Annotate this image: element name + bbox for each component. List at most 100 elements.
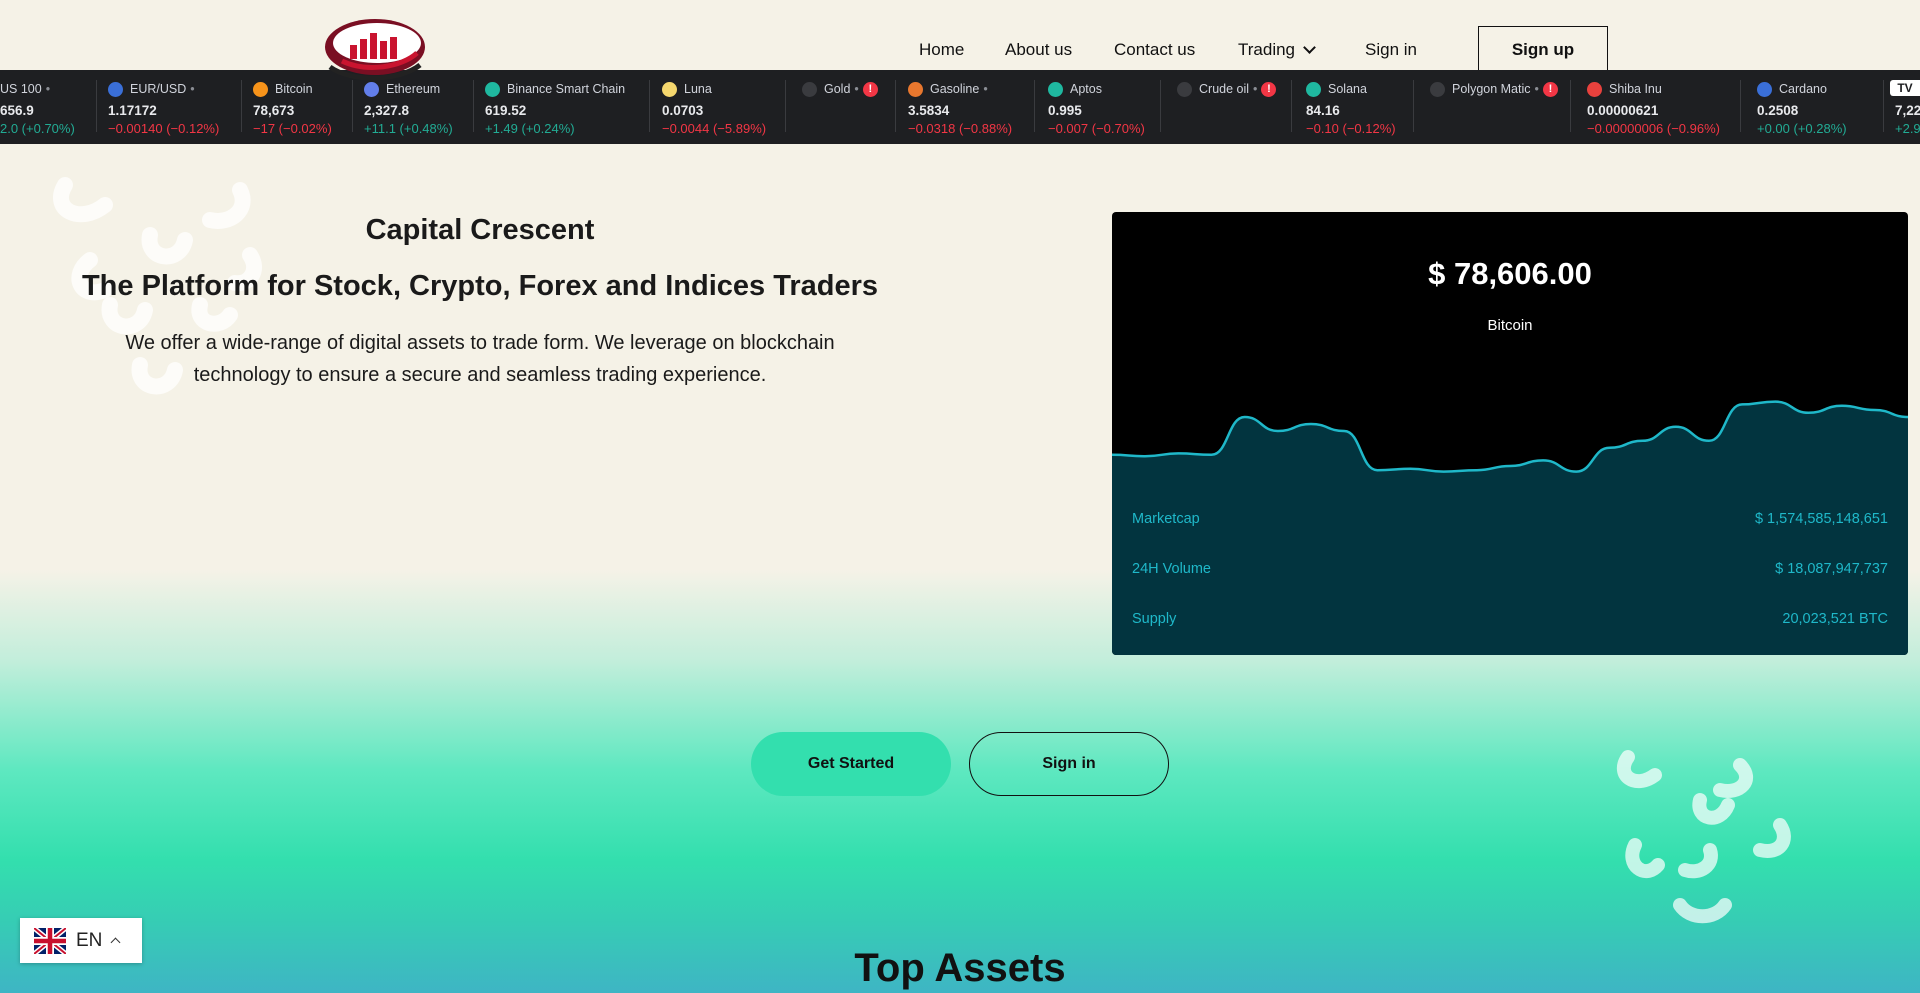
ticker-separator — [1740, 80, 1741, 132]
ticker-item-name: Solana — [1306, 81, 1396, 97]
warning-icon[interactable]: ! — [1261, 81, 1277, 97]
asset-icon — [662, 81, 677, 97]
volume-row: 24H Volume $ 18,087,947,737 — [1132, 561, 1888, 577]
market-status-dot-icon: • — [45, 82, 51, 96]
ticker-item[interactable]: Gasoline • 3.5834 −0.0318 (−0.88%) — [908, 70, 1012, 144]
nav-about-us[interactable]: About us — [1005, 40, 1072, 60]
ticker-item-name: Luna — [662, 81, 766, 97]
market-status-dot-icon: • — [983, 82, 988, 96]
ticker-item[interactable]: Polygon Matic •! — [1430, 70, 1558, 144]
asset-icon — [1048, 81, 1063, 97]
asset-icon — [1757, 81, 1772, 97]
supply-label: Supply — [1132, 611, 1177, 627]
ticker-separator — [473, 80, 474, 132]
nav-home[interactable]: Home — [919, 40, 964, 60]
ticker-item[interactable]: EUR/USD • 1.17172 −0.00140 (−0.12%) — [108, 70, 219, 144]
marketcap-row: Marketcap $ 1,574,585,148,651 — [1132, 511, 1888, 527]
market-status-dot-icon: • — [190, 82, 195, 96]
ticker-separator — [241, 80, 242, 132]
ticker-item-price — [802, 103, 878, 119]
ticker-item-price: 656.9 — [0, 103, 34, 118]
ticker-item-label: Binance Smart Chain — [507, 82, 626, 96]
ticker-item-price: 0.995 — [1048, 103, 1082, 118]
hero-title: Capital Crescent — [365, 214, 595, 246]
ticker-item[interactable]: Shiba Inu 0.00000621 −0.00000006 (−0.96%) — [1587, 70, 1720, 144]
uk-flag-icon — [34, 927, 66, 954]
ticker-item-change: +1.49 (+0.24%) — [485, 121, 575, 136]
decorative-swirls-right — [1616, 750, 1791, 924]
bitcoin-price-card: $ 78,606.00 Bitcoin Marketcap $ 1,574,58… — [1112, 212, 1908, 655]
ticker-item[interactable]: Solana 84.16 −0.10 (−0.12%) — [1306, 70, 1396, 144]
ticker-item-change: −17 (−0.02%) — [253, 121, 332, 136]
ticker-item-change: +2.9 — [1895, 121, 1920, 136]
ticker-item-price — [1430, 103, 1558, 119]
ticker-separator — [1034, 80, 1035, 132]
ticker-item-name: Gold •! — [802, 81, 878, 97]
capital-crescent-logo[interactable] — [322, 17, 428, 85]
ticker-item[interactable]: 7,22 +2.9 — [1895, 70, 1920, 144]
asset-icon — [253, 81, 268, 97]
ticker-item-label: EUR/USD — [130, 82, 187, 96]
ticker-separator — [1291, 80, 1292, 132]
ticker-item[interactable]: Gold •! — [802, 70, 878, 144]
ticker-item-change: +0.00 (+0.28%) — [1757, 121, 1847, 136]
ticker-item-change: +11.1 (+0.48%) — [364, 121, 453, 136]
ticker-item-name: EUR/USD • — [108, 81, 219, 97]
asset-icon — [1177, 81, 1192, 97]
ticker-item-price: 84.16 — [1306, 103, 1340, 118]
ticker-item-label: Aptos — [1070, 82, 1102, 96]
ticker-item[interactable]: US 100 • 656.9 2.0 (+0.70%) — [0, 70, 75, 144]
ticker-item-name — [1895, 81, 1920, 97]
ticker-item-change: −0.00000006 (−0.96%) — [1587, 121, 1720, 136]
ticker-item-label: US 100 — [0, 82, 42, 96]
language-code: EN — [76, 929, 103, 951]
ticker-separator — [1160, 80, 1161, 132]
ticker-item[interactable]: Binance Smart Chain 619.52 +1.49 (+0.24%) — [485, 70, 625, 144]
ticker-item-price: 7,22 — [1895, 103, 1920, 118]
marketcap-value: $ 1,574,585,148,651 — [1754, 511, 1888, 527]
market-status-dot-icon: • — [1534, 82, 1539, 96]
ticker-item-price: 78,673 — [253, 103, 295, 118]
ticker-item-price: 3.5834 — [908, 103, 950, 118]
ticker-item[interactable]: Luna 0.0703 −0.0044 (−5.89%) — [662, 70, 766, 144]
asset-icon — [908, 81, 923, 97]
card-price: $ 78,606.00 — [1428, 256, 1592, 291]
sign-up-button[interactable]: Sign up — [1478, 26, 1608, 74]
ticker-item-price: 0.2508 — [1757, 103, 1799, 118]
site-header: Home About us Contact us Trading Sign in… — [0, 0, 1920, 81]
supply-value: 20,023,521 BTC — [1782, 611, 1888, 627]
ticker-item-label: Bitcoin — [275, 82, 313, 96]
ticker-item[interactable]: Bitcoin 78,673 −17 (−0.02%) — [253, 70, 332, 144]
chevron-up-icon — [110, 937, 121, 948]
get-started-button[interactable]: Get Started — [751, 732, 951, 796]
nav-contact-us[interactable]: Contact us — [1114, 40, 1195, 60]
ticker-item-name: Aptos — [1048, 81, 1145, 97]
marketcap-label: Marketcap — [1132, 511, 1200, 527]
nav-sign-in[interactable]: Sign in — [1365, 40, 1417, 60]
warning-icon[interactable]: ! — [862, 81, 878, 97]
ticker-item-name: Crude oil •! — [1177, 81, 1277, 97]
market-status-dot-icon: • — [854, 82, 859, 96]
ticker-separator — [352, 80, 353, 132]
hero-description: We offer a wide-range of digital assets … — [125, 332, 835, 386]
ticker-item-label: Solana — [1328, 82, 1367, 96]
asset-icon — [485, 81, 500, 97]
ticker-item-label: Polygon Matic — [1452, 82, 1531, 96]
ticker-item-change: 2.0 (+0.70%) — [0, 121, 75, 136]
ticker-item[interactable]: Crude oil •! — [1177, 70, 1277, 144]
top-assets-heading: Top Assets — [854, 946, 1066, 990]
ticker-item-name: Bitcoin — [253, 81, 332, 97]
ticker-item[interactable]: Cardano 0.2508 +0.00 (+0.28%) — [1757, 70, 1847, 144]
nav-trading[interactable]: Trading — [1238, 40, 1316, 60]
hero-sign-in-button[interactable]: Sign in — [969, 732, 1169, 796]
asset-icon — [108, 81, 123, 97]
ticker-item-price: 2,327.8 — [364, 103, 410, 118]
ticker-item-price: 0.0703 — [662, 103, 704, 118]
ticker-separator — [96, 80, 97, 132]
ticker-separator — [1883, 80, 1884, 132]
ticker-item-name: Gasoline • — [908, 81, 1012, 97]
warning-icon[interactable]: ! — [1542, 81, 1558, 97]
language-selector[interactable]: EN — [20, 918, 142, 963]
ticker-item[interactable]: Aptos 0.995 −0.007 (−0.70%) — [1048, 70, 1145, 144]
nav-trading-label: Trading — [1238, 40, 1296, 59]
